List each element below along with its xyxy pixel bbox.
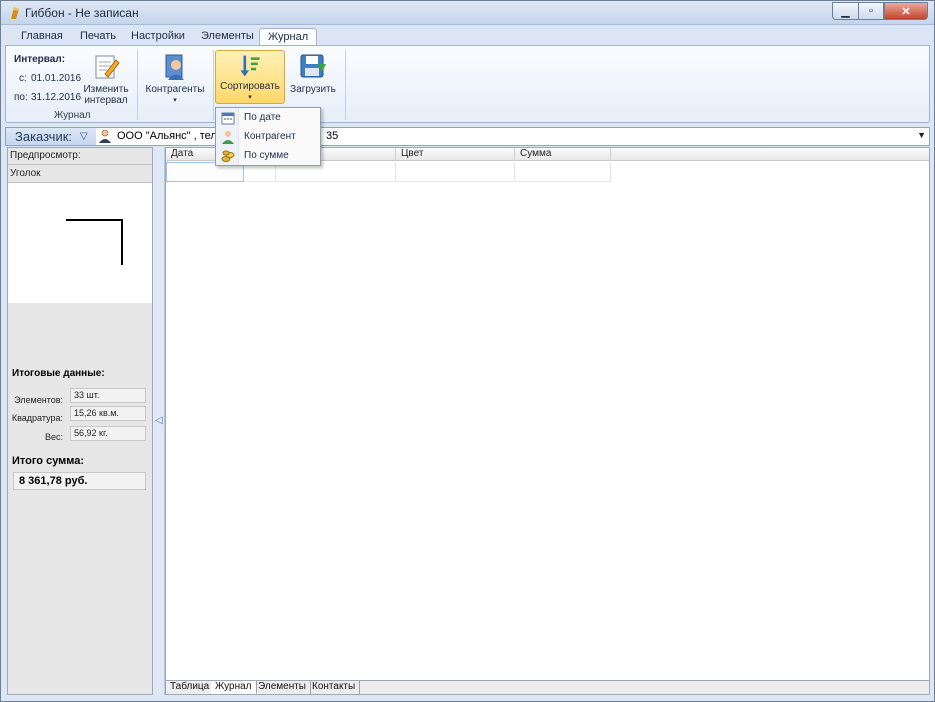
- column-header-filler: [611, 148, 929, 161]
- calendar-icon: [221, 112, 235, 125]
- area-value: 15,26 кв.м.: [70, 406, 146, 421]
- column-header-color[interactable]: Цвет: [396, 148, 515, 161]
- close-button[interactable]: ✕: [884, 2, 928, 20]
- load-button[interactable]: Загрузить: [288, 52, 338, 95]
- group-separator: [213, 50, 214, 120]
- chevron-down-icon: ▾: [248, 94, 252, 101]
- interval-from-prefix: с:: [19, 73, 27, 84]
- tab-print[interactable]: Печать: [72, 28, 124, 46]
- customer-bar: Заказчик: ▽ ООО "Альянс" , тел.:5209 35 …: [5, 127, 930, 146]
- bottom-tab-table[interactable]: Таблица: [166, 681, 215, 694]
- elements-value: 33 шт.: [70, 388, 146, 403]
- journal-table: Дата Цвет Сумма: [165, 147, 930, 681]
- bottom-tab-contacts[interactable]: Контакты: [308, 681, 361, 694]
- counterparties-label: Контрагенты: [145, 84, 205, 95]
- tab-settings[interactable]: Настройки: [123, 28, 193, 46]
- preview-label: Предпросмотр:: [8, 148, 152, 165]
- bottom-tab-journal[interactable]: Журнал: [211, 681, 257, 694]
- sort-by-counterparty-item[interactable]: Контрагент: [218, 129, 318, 146]
- minimize-button[interactable]: ▁: [832, 2, 858, 20]
- app-logo-icon: [11, 7, 19, 19]
- maximize-button[interactable]: ▫: [858, 2, 884, 20]
- group-journal-caption: Журнал: [54, 110, 91, 121]
- window-title: Гиббон - Не записан: [25, 6, 139, 20]
- collapse-left-icon[interactable]: ◁: [155, 415, 163, 426]
- weight-value: 56,92 кг.: [70, 426, 146, 441]
- interval-label: Интервал:: [14, 54, 66, 65]
- sort-label: Сортировать: [220, 81, 280, 92]
- preview-box: [8, 183, 152, 303]
- contacts-icon: [165, 54, 184, 80]
- interval-from: 01.01.2016: [31, 73, 82, 84]
- change-interval-button[interactable]: Изменить интервал: [80, 52, 132, 106]
- change-interval-label: Изменить интервал: [83, 84, 129, 106]
- total-value: 8 361,78 руб.: [13, 472, 146, 490]
- dropdown-arrow-icon[interactable]: ▼: [917, 130, 926, 140]
- weight-key: Вес:: [44, 432, 63, 442]
- person-icon: [99, 129, 111, 143]
- app-window: Гиббон - Не записан ▁ ▫ ✕ Главная Печать…: [0, 0, 935, 702]
- sort-dropdown-menu: По дате Контрагент По сумме: [215, 107, 321, 166]
- interval-to: 31.12.2016: [31, 92, 82, 103]
- sort-by-counterparty-label: Контрагент: [244, 131, 296, 142]
- coins-icon: [221, 150, 235, 162]
- sort-by-date-label: По дате: [244, 112, 281, 123]
- table-cell[interactable]: [396, 162, 515, 182]
- edit-note-icon: [95, 55, 120, 79]
- save-disk-icon: [300, 54, 326, 78]
- area-key: Квадратура:: [11, 413, 63, 423]
- tab-home[interactable]: Главная: [13, 28, 71, 46]
- group-separator: [345, 50, 346, 120]
- customer-select-tail: 35: [326, 130, 339, 142]
- sort-icon: [240, 55, 260, 77]
- chevron-down-icon: ▾: [173, 97, 177, 104]
- summary-title: Итоговые данные:: [12, 368, 105, 379]
- interval-to-prefix: по:: [14, 92, 28, 103]
- corner-shape-preview: [66, 219, 123, 265]
- customer-label-text: Заказчик:: [15, 129, 73, 144]
- person-icon: [222, 131, 234, 144]
- item-name: Уголок: [8, 166, 152, 183]
- column-header-sum[interactable]: Сумма: [515, 148, 611, 161]
- title-bar: Гиббон - Не записан ▁ ▫ ✕: [1, 1, 934, 25]
- left-panel: Предпросмотр: Уголок Итоговые данные: Эл…: [7, 147, 153, 695]
- elements-key: Элементов:: [14, 395, 63, 405]
- tab-elements[interactable]: Элементы: [193, 28, 262, 46]
- counterparties-button[interactable]: Контрагенты ▾: [144, 52, 206, 106]
- load-label: Загрузить: [290, 84, 336, 95]
- sort-by-sum-item[interactable]: По сумме: [218, 148, 318, 165]
- ribbon: Интервал: с: 01.01.2016 по: 31.12.2016 И…: [5, 45, 930, 123]
- triangle-down-icon[interactable]: ▽: [80, 131, 88, 142]
- panel-splitter[interactable]: ◁: [153, 147, 165, 695]
- total-title: Итого сумма:: [12, 455, 85, 467]
- bottom-tab-elements[interactable]: Элементы: [254, 681, 311, 694]
- ribbon-tabs: Главная Печать Настройки Элементы Журнал…: [1, 25, 934, 64]
- table-cell[interactable]: [515, 162, 611, 182]
- sort-button[interactable]: Сортировать ▾: [215, 50, 285, 104]
- sort-by-sum-label: По сумме: [244, 150, 289, 161]
- sort-by-date-item[interactable]: По дате: [218, 110, 318, 127]
- group-separator: [137, 50, 138, 120]
- bottom-tabs: Таблица Журнал Элементы Контакты: [165, 681, 930, 695]
